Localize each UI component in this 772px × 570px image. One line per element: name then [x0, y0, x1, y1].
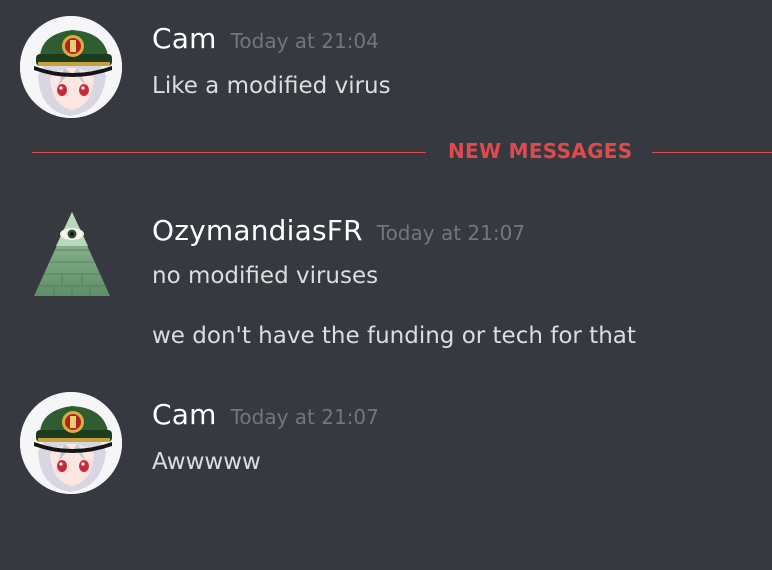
message-header: Cam Today at 21:07 [152, 398, 379, 431]
username[interactable]: Cam [152, 22, 217, 55]
cam-avatar-icon[interactable] [20, 16, 122, 118]
chat-message-list: Cam Today at 21:04 Like a modified virus … [0, 0, 772, 570]
illuminati-pyramid-avatar-icon[interactable] [32, 210, 112, 298]
timestamp: Today at 21:04 [230, 29, 379, 53]
message-text: Awwwww [152, 449, 261, 475]
message-header: Cam Today at 21:04 [152, 22, 379, 55]
timestamp: Today at 21:07 [376, 221, 526, 245]
message-text: Like a modified virus [152, 73, 391, 99]
message-text: no modified viruses [152, 263, 379, 289]
timestamp: Today at 21:07 [230, 405, 379, 429]
divider-line-left [32, 152, 426, 153]
message-header: OzymandiasFR Today at 21:07 [152, 214, 525, 247]
message-text: we don't have the funding or tech for th… [152, 323, 636, 349]
new-messages-label: NEW MESSAGES [448, 139, 633, 163]
username[interactable]: OzymandiasFR [152, 214, 363, 247]
new-messages-divider: NEW MESSAGES [32, 139, 772, 163]
cam-avatar-icon[interactable] [20, 392, 122, 494]
username[interactable]: Cam [152, 398, 217, 431]
divider-line-right [652, 152, 772, 153]
